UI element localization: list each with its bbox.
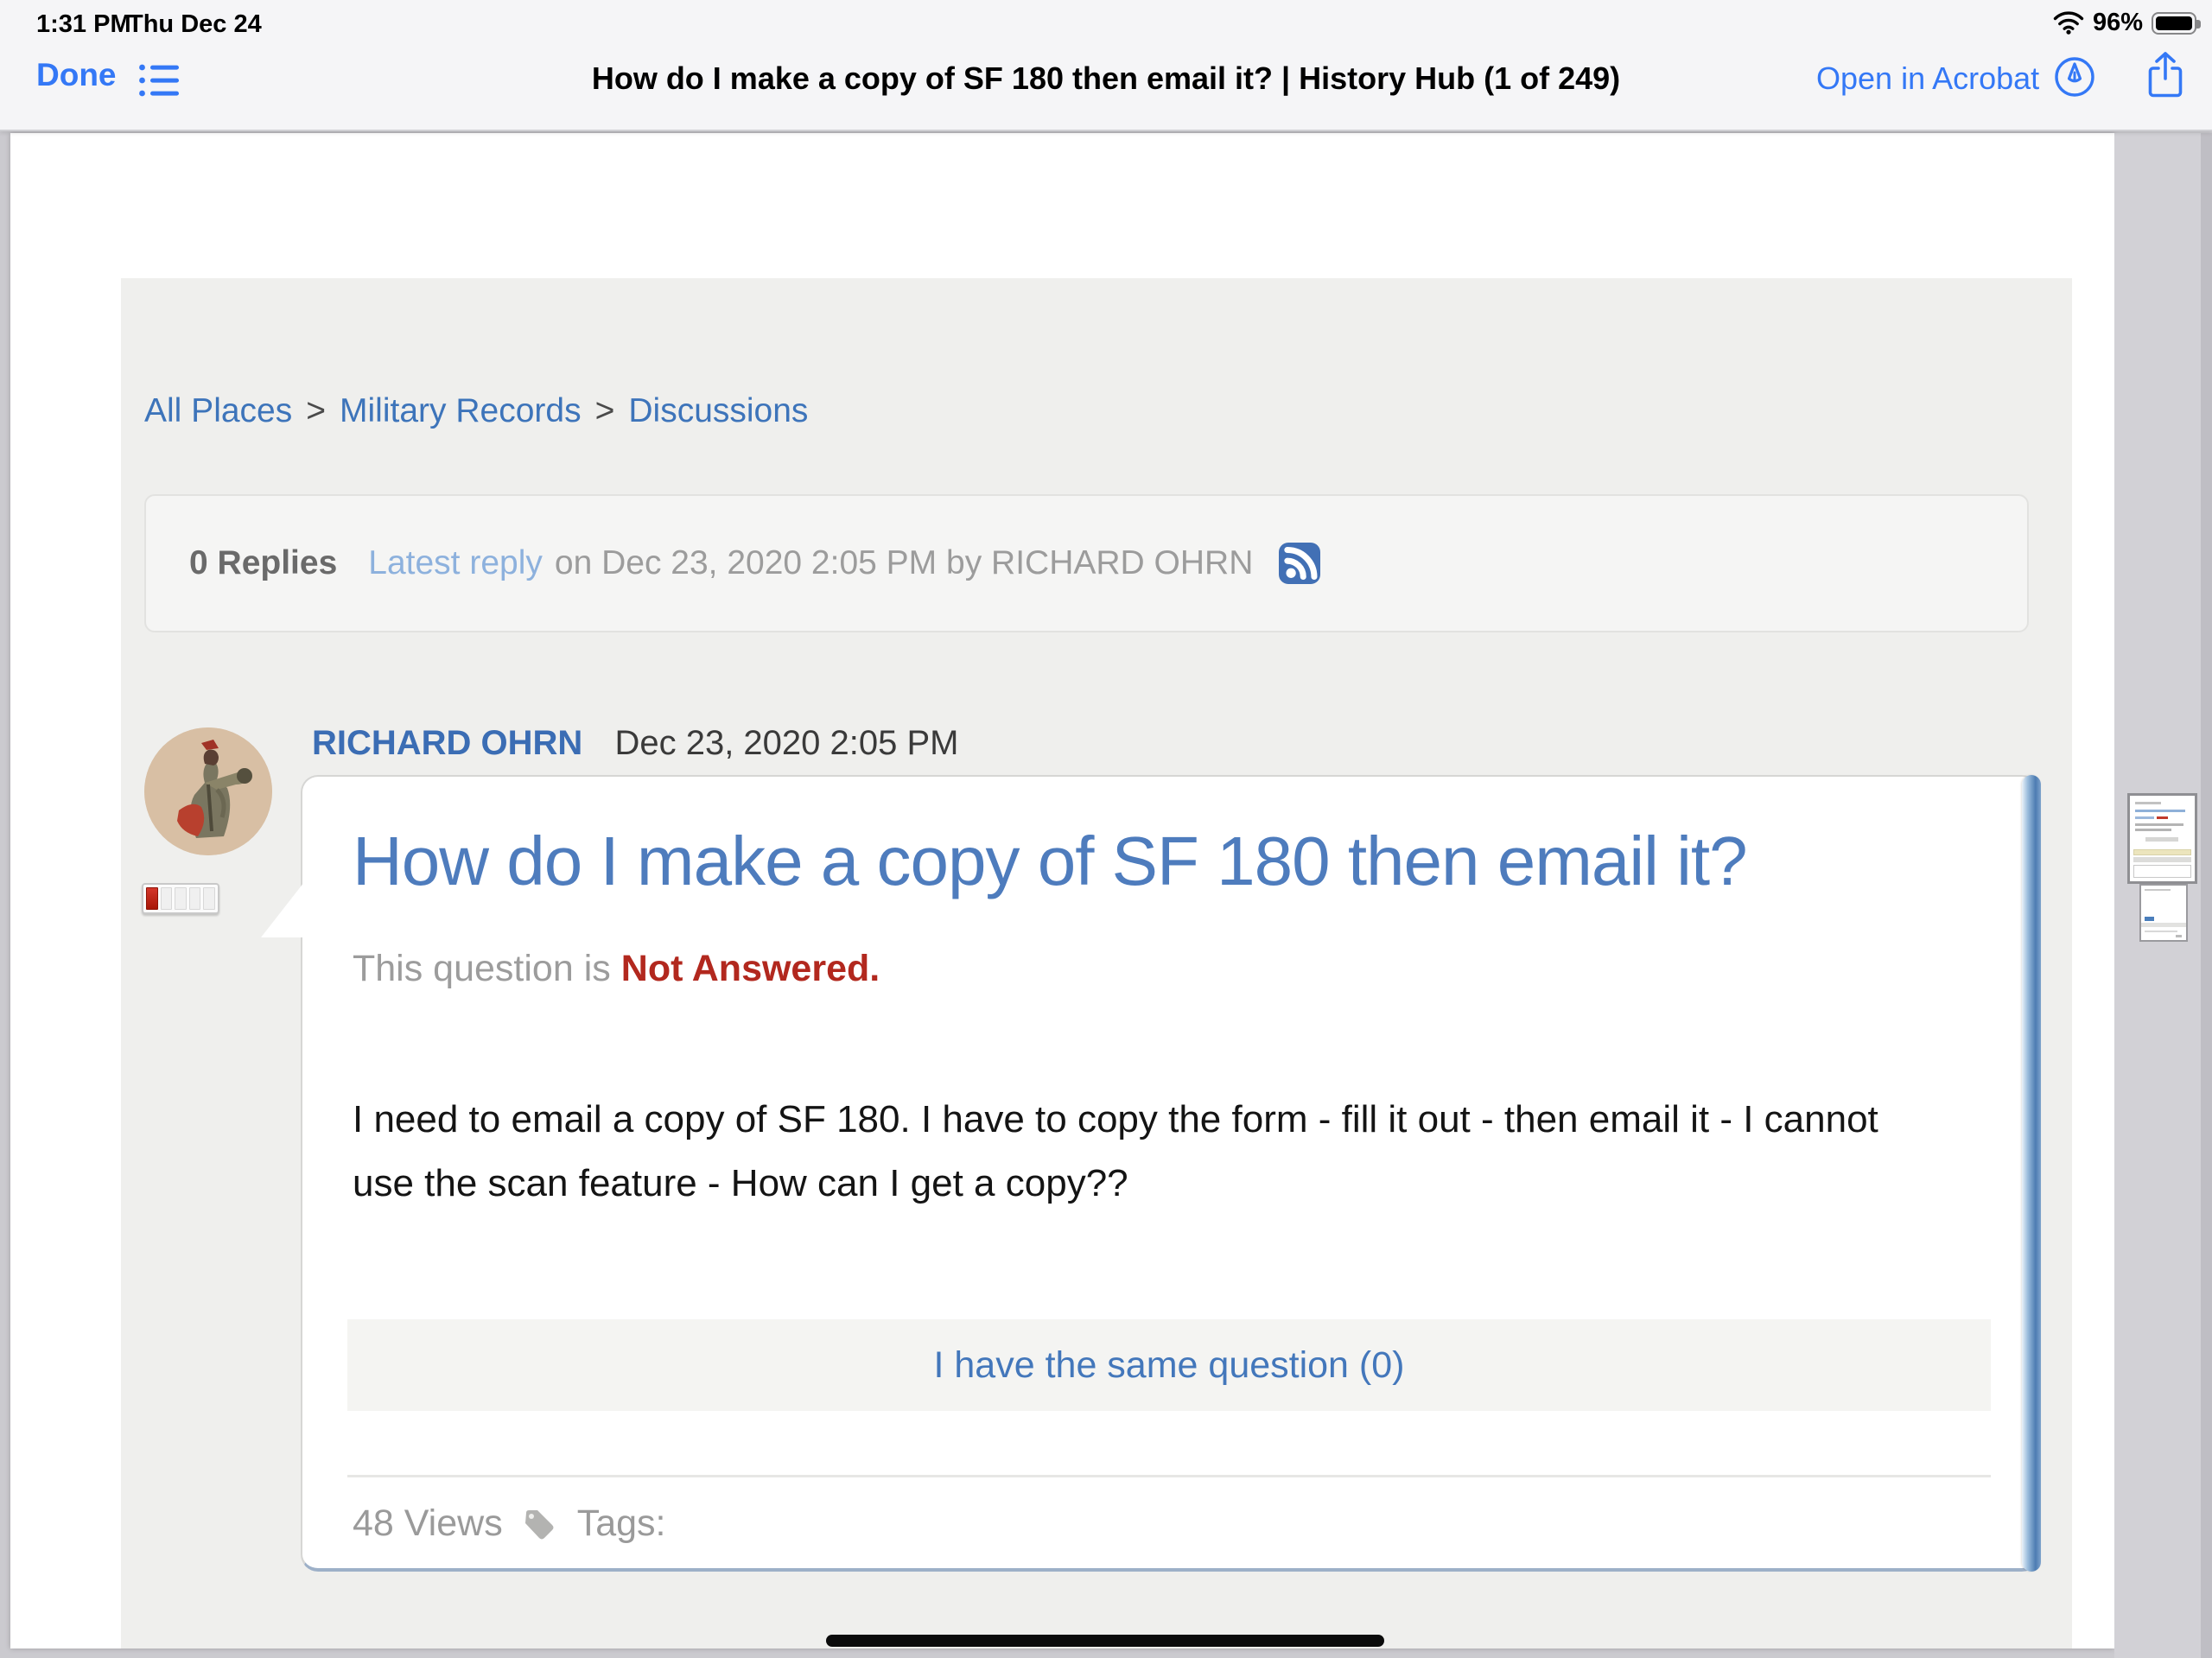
replies-count: 0 Replies — [189, 544, 337, 582]
post-footer: 48 Views Tags: — [353, 1502, 665, 1545]
top-chrome: 1:31 PM Thu Dec 24 96% Done — [0, 0, 2212, 131]
latest-reply-detail: on Dec 23, 2020 2:05 PM by RICHARD OHRN — [555, 544, 1254, 582]
page-thumbnail-next[interactable] — [2139, 884, 2188, 942]
breadcrumb: All Places > Military Records > Discussions — [144, 392, 808, 430]
latest-reply-link[interactable]: Latest reply — [368, 544, 543, 582]
open-in-acrobat-button[interactable]: Open in Acrobat — [1816, 60, 2039, 97]
breadcrumb-separator: > — [595, 392, 615, 429]
question-title: How do I make a copy of SF 180 then emai… — [353, 822, 1977, 901]
same-question-button[interactable]: I have the same question (0) — [347, 1319, 1991, 1411]
tag-icon — [522, 1506, 558, 1542]
tags-label: Tags: — [577, 1502, 666, 1545]
wifi-icon — [2053, 11, 2084, 35]
status-date: Thu Dec 24 — [128, 10, 262, 39]
bubble-accent-edge — [2022, 775, 2041, 1572]
view-count: 48 Views — [353, 1502, 503, 1545]
question-status-prefix: This question is — [353, 948, 611, 989]
reply-summary-bar: 0 Replies Latest reply on Dec 23, 2020 2… — [144, 494, 2029, 632]
question-body: I need to email a copy of SF 180. I have… — [353, 1088, 1916, 1216]
battery-percent: 96% — [2093, 9, 2143, 37]
question-post-bubble: How do I make a copy of SF 180 then emai… — [301, 775, 2039, 1572]
share-button[interactable] — [2145, 50, 2185, 100]
rss-feed-icon[interactable] — [1279, 543, 1320, 584]
status-time: 1:31 PM — [36, 10, 131, 39]
pdf-page: All Places>Military Records>Discussions … — [10, 133, 2114, 1648]
user-status-level-indicator — [142, 883, 219, 914]
breadcrumb-discussions[interactable]: Discussions — [628, 392, 808, 429]
home-indicator[interactable] — [826, 1635, 1384, 1647]
breadcrumb-military-records[interactable]: Military Records — [340, 392, 582, 429]
post-footer-divider — [347, 1475, 1991, 1477]
status-right-cluster: 96% — [2053, 9, 2196, 37]
page-thumbnails-sidebar — [2114, 133, 2212, 1658]
post-date: Dec 23, 2020 2:05 PM — [614, 724, 958, 762]
breadcrumb-all-places[interactable]: All Places — [144, 392, 292, 429]
avatar[interactable] — [144, 727, 272, 855]
markup-button[interactable] — [2053, 55, 2096, 98]
battery-icon — [2152, 12, 2196, 35]
ipad-screen: 1:31 PM Thu Dec 24 96% Done — [0, 0, 2212, 1658]
breadcrumb-separator: > — [306, 392, 326, 429]
post-header: RICHARD OHRN Dec 23, 2020 2:05 PM — [312, 724, 958, 763]
not-answered-badge: Not Answered. — [621, 948, 880, 989]
page-thumbnail-current[interactable] — [2127, 793, 2197, 884]
question-status-line: This question isNot Answered. — [353, 948, 880, 990]
post-author-link[interactable]: RICHARD OHRN — [312, 724, 582, 762]
sidebar-edge — [2201, 133, 2212, 1658]
